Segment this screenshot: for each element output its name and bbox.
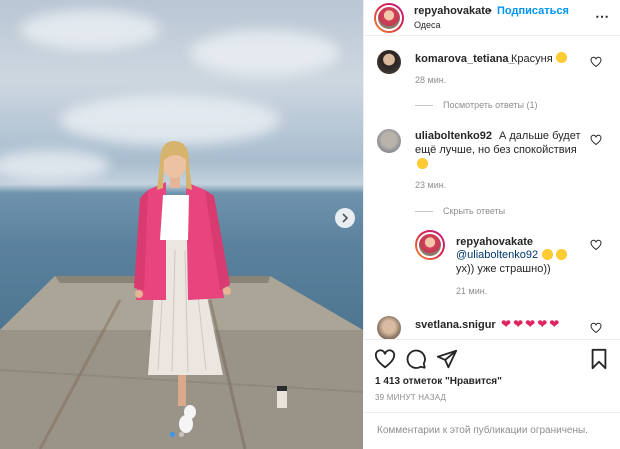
instagram-post: repyahovakate • Подписаться Одеса ⋯ koma… xyxy=(0,0,620,449)
reply-time[interactable]: 21 мин. xyxy=(456,286,487,296)
post-location[interactable]: Одеса xyxy=(414,20,441,30)
header-separator: • xyxy=(488,5,492,17)
send-icon[interactable] xyxy=(436,348,458,370)
reply-username[interactable]: repyahovakate xyxy=(456,236,533,248)
reply-mention[interactable]: @uliaboltenko92 xyxy=(456,248,538,262)
hide-replies-button[interactable]: Скрыть ответы xyxy=(415,206,505,216)
comment-username[interactable]: svetlana.snigur xyxy=(415,319,496,331)
more-options-icon[interactable]: ⋯ xyxy=(595,9,610,23)
red-heart-icon: ❤ xyxy=(513,317,524,331)
commenter-avatar[interactable] xyxy=(377,129,401,153)
likes-count[interactable]: 1 413 отметок "Нравится" xyxy=(375,376,502,387)
heart-icon[interactable] xyxy=(374,348,396,370)
author-avatar[interactable] xyxy=(374,2,404,33)
post-actions: 1 413 отметок "Нравится" 39 МИНУТ НАЗАД … xyxy=(363,339,620,449)
post-header: repyahovakate • Подписаться Одеса ⋯ xyxy=(364,0,620,36)
author-username[interactable]: repyahovakate xyxy=(414,5,491,17)
red-heart-icon: ❤ xyxy=(525,317,536,331)
comment-text-line1: А дальше будет xyxy=(499,130,581,142)
pier-and-woman xyxy=(0,140,363,449)
reply-text: ух)) уже страшно)) xyxy=(456,263,551,275)
commenter-avatar[interactable] xyxy=(377,50,401,74)
bookmark-icon[interactable] xyxy=(588,348,610,370)
hide-replies-label: Скрыть ответы xyxy=(443,206,506,216)
nervous-emoji xyxy=(556,249,567,260)
comment-text-line2: ещё лучше, но без спокойствия xyxy=(415,144,577,156)
heart-icon[interactable] xyxy=(590,56,602,68)
reply-author-avatar[interactable] xyxy=(415,230,445,260)
post-photo[interactable] xyxy=(0,0,363,449)
carousel-dots xyxy=(170,432,184,437)
comment-username[interactable]: komarova_tetiana_ xyxy=(415,53,515,65)
comment-icon[interactable] xyxy=(405,348,427,370)
heart-icon[interactable] xyxy=(590,322,602,334)
chevron-right-icon xyxy=(342,213,349,223)
carousel-dot xyxy=(170,432,175,437)
red-heart-icon: ❤ xyxy=(549,317,560,331)
commenter-avatar[interactable] xyxy=(377,316,401,340)
heart-icon[interactable] xyxy=(590,239,602,251)
carousel-dot xyxy=(179,432,184,437)
comment-username[interactable]: uliaboltenko92 xyxy=(415,130,492,142)
comment-time[interactable]: 23 мин. xyxy=(415,180,446,190)
comment-text-content: Красуня xyxy=(511,53,553,65)
heart-icon[interactable] xyxy=(590,134,602,146)
red-heart-icon: ❤ xyxy=(501,317,512,331)
nervous-emoji xyxy=(542,249,553,260)
view-replies-label: Посмотреть ответы (1) xyxy=(443,100,538,110)
heart-emojis: ❤ ❤ ❤ ❤ ❤ xyxy=(501,318,559,330)
red-heart-icon: ❤ xyxy=(537,317,548,331)
view-replies-button[interactable]: Посмотреть ответы (1) xyxy=(415,100,538,110)
post-time[interactable]: 39 МИНУТ НАЗАД xyxy=(375,393,446,402)
heart-eyes-emoji xyxy=(555,52,567,63)
follow-button[interactable]: Подписаться xyxy=(497,5,569,17)
comment-text: Красуня xyxy=(511,52,567,66)
grinning-sweat-emoji xyxy=(417,158,428,169)
comment-time[interactable]: 28 мин. xyxy=(415,75,446,85)
next-photo-button[interactable] xyxy=(335,208,355,228)
comments-limited-notice: Комментарии к этой публикации ограничены… xyxy=(363,412,620,449)
